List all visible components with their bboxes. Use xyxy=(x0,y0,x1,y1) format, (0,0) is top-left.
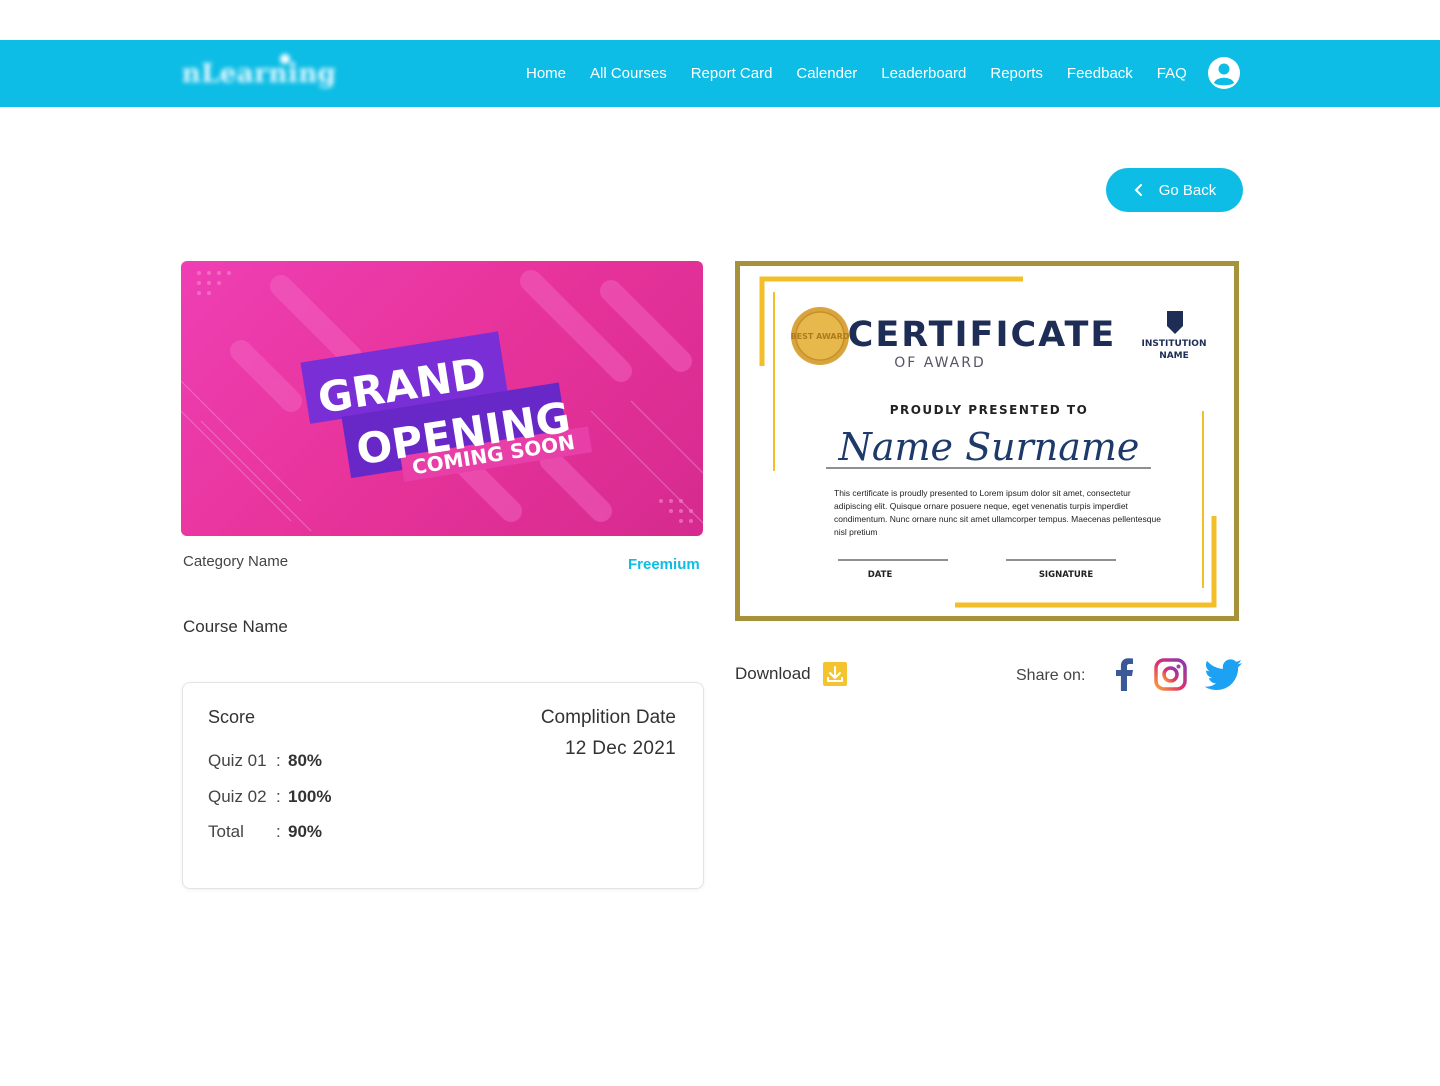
score-title: Score xyxy=(208,707,256,727)
share-label: Share on: xyxy=(1016,667,1086,684)
signature-label: SIGNATURE xyxy=(1039,570,1094,580)
gold-seal-icon: BEST AWARD xyxy=(791,307,850,365)
recipient-name: Name Surname xyxy=(838,425,1140,469)
certificate-subtitle: OF AWARD xyxy=(894,355,986,371)
score-row-value: 100% xyxy=(288,787,332,806)
completion-date-value: 12 Dec 2021 xyxy=(564,738,676,759)
certificate-body-line: adipiscing elit. Quisque ornare posuere … xyxy=(834,501,1129,511)
date-label: DATE xyxy=(868,570,893,580)
nav-home[interactable]: Home xyxy=(514,65,578,82)
score-row-label: Quiz 01 xyxy=(208,751,267,770)
top-navbar: nLearning Home All Courses Report Card C… xyxy=(0,40,1440,107)
download-button[interactable]: Download xyxy=(735,662,847,686)
institution-name-line2: NAME xyxy=(1159,351,1189,361)
score-card: Score Quiz 01 : 80% Quiz 02 : 100% Total… xyxy=(182,682,704,889)
score-row-sep: : xyxy=(276,751,281,770)
go-back-label: Go Back xyxy=(1158,181,1217,199)
presented-to-text: PROUDLY PRESENTED TO xyxy=(890,403,1089,417)
user-circle-icon[interactable] xyxy=(1207,56,1241,90)
score-row: Total : 90% xyxy=(208,822,322,842)
seal-text: BEST AWARD xyxy=(791,332,850,341)
certificate-body-line: condimentum. Nunc ornare nunc sit amet u… xyxy=(834,514,1161,524)
nav-calender[interactable]: Calender xyxy=(784,65,869,82)
score-row-value: 90% xyxy=(288,822,323,841)
score-row-label: Total xyxy=(208,822,244,841)
main-nav: Home All Courses Report Card Calender Le… xyxy=(514,40,1199,107)
course-banner-image: GRAND OPENING COMING SOON xyxy=(181,261,703,536)
logo-dot xyxy=(280,54,290,64)
category-name: Category Name xyxy=(183,553,289,570)
certificate-title: CERTIFICATE xyxy=(848,315,1117,355)
nav-faq[interactable]: FAQ xyxy=(1145,65,1199,82)
shield-icon xyxy=(1167,311,1183,334)
completion-date-label: Complition Date xyxy=(540,707,676,728)
score-row: Quiz 02 : 100% xyxy=(208,787,331,807)
score-row-label: Quiz 02 xyxy=(208,787,267,806)
logo-text: nLearning xyxy=(181,58,337,89)
download-icon[interactable] xyxy=(822,662,847,686)
course-name: Course Name xyxy=(183,617,288,636)
nav-report-card[interactable]: Report Card xyxy=(679,65,785,82)
certificate-preview: BEST AWARD CERTIFICATE OF AWARD INSTITUT… xyxy=(735,261,1239,621)
nav-all-courses[interactable]: All Courses xyxy=(578,65,679,82)
plan-badge: Freemium xyxy=(628,556,700,573)
score-row-sep: : xyxy=(276,822,281,841)
certificate-body-line: nisl pretium xyxy=(834,527,877,537)
score-row: Quiz 01 : 80% xyxy=(208,751,322,771)
twitter-icon[interactable] xyxy=(1205,659,1243,691)
institution-name-line1: INSTITUTION xyxy=(1142,339,1207,349)
certificate-body-line: This certificate is proudly presented to… xyxy=(834,488,1131,498)
score-row-sep: : xyxy=(276,787,281,806)
facebook-icon[interactable] xyxy=(1110,657,1136,691)
nav-reports[interactable]: Reports xyxy=(978,65,1055,82)
instagram-icon[interactable] xyxy=(1154,658,1187,691)
download-label: Download xyxy=(735,664,811,683)
score-row-value: 80% xyxy=(288,751,323,770)
chevron-left-icon xyxy=(1134,184,1142,196)
brand-logo[interactable]: nLearning xyxy=(182,40,336,107)
nav-feedback[interactable]: Feedback xyxy=(1055,65,1145,82)
nav-leaderboard[interactable]: Leaderboard xyxy=(869,65,978,82)
go-back-button[interactable]: Go Back xyxy=(1106,168,1243,212)
